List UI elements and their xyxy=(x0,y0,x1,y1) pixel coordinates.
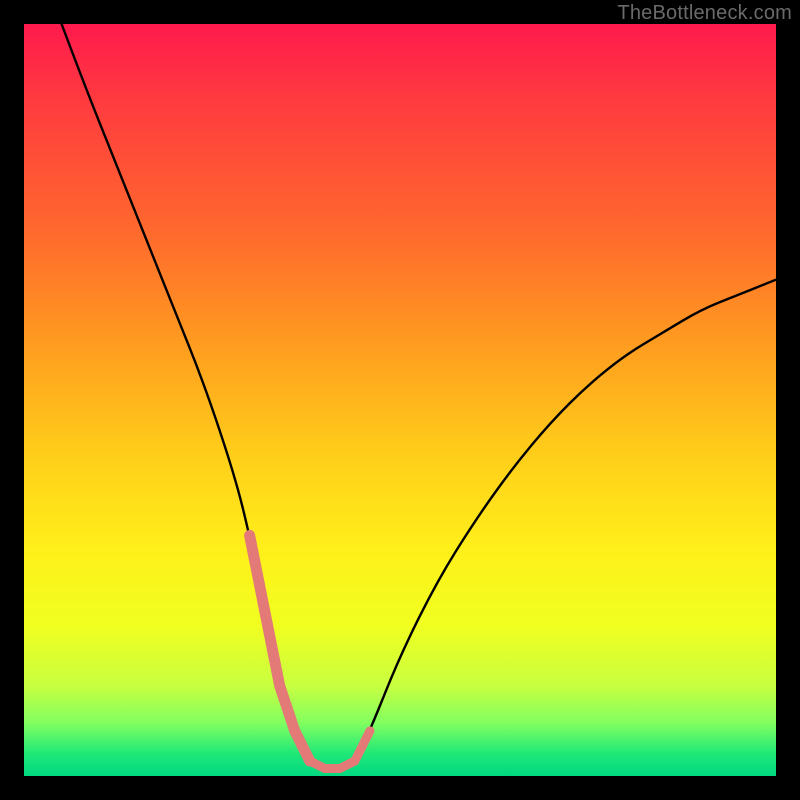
plot-area xyxy=(24,24,776,776)
watermark-text: TheBottleneck.com xyxy=(617,2,792,25)
chart-frame: TheBottleneck.com xyxy=(0,0,800,800)
bottleneck-curve xyxy=(24,24,776,776)
